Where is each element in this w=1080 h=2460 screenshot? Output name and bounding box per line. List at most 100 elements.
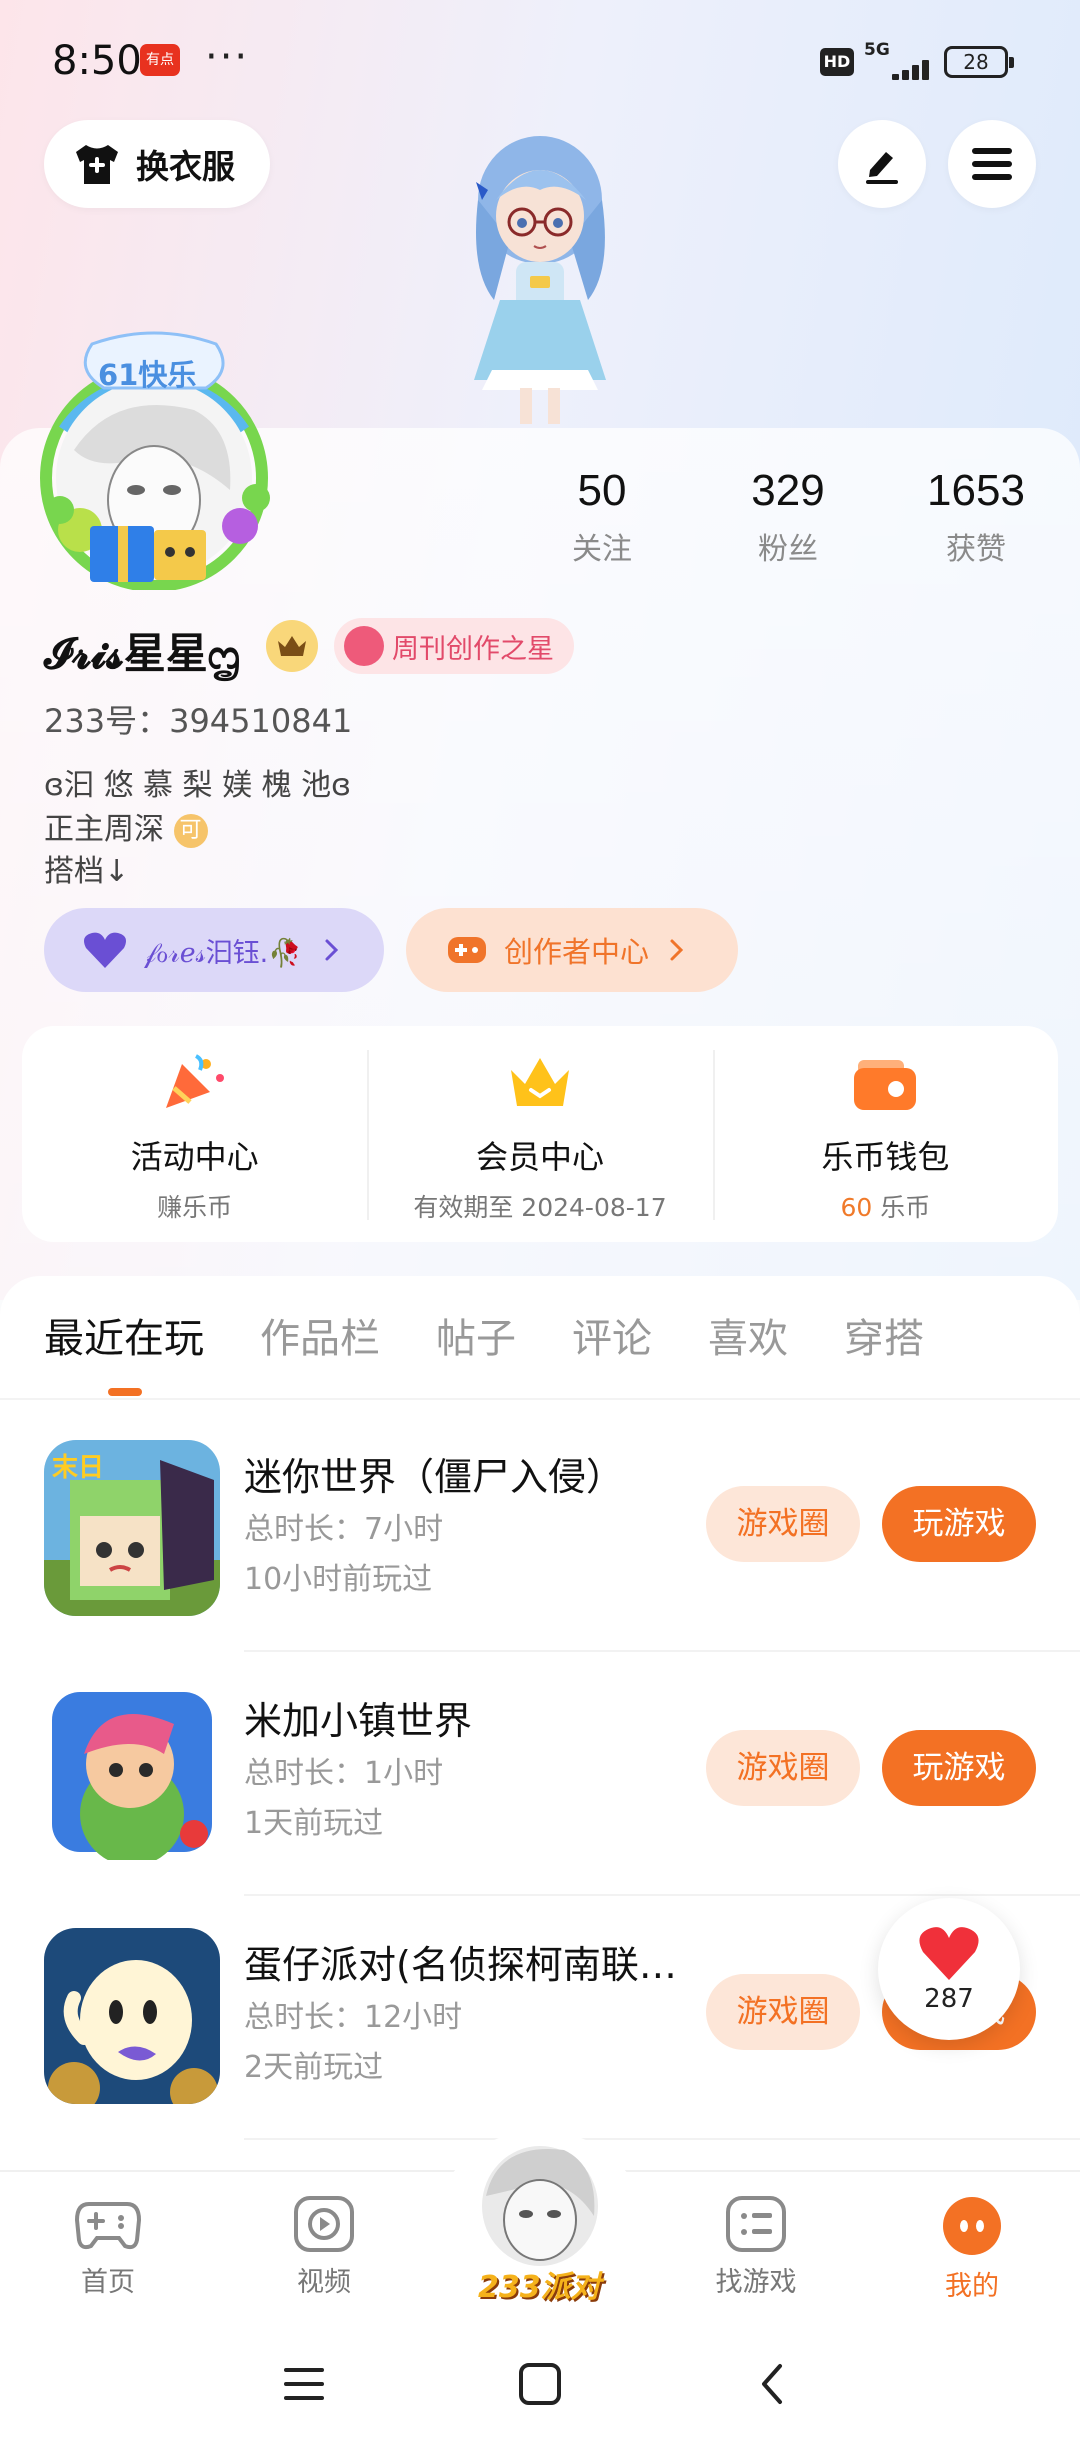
crown-icon	[510, 1058, 569, 1106]
creator-center-pill[interactable]: 创作者中心	[406, 908, 738, 992]
gamepad-icon	[75, 2202, 141, 2250]
tab-comments[interactable]: 评论	[572, 1306, 652, 1364]
menu-button[interactable]	[948, 120, 1036, 208]
pen-icon	[866, 152, 898, 184]
chevron-right-icon	[670, 939, 684, 961]
nav-find-games[interactable]: 找游戏	[686, 2196, 826, 2299]
menu-icon	[972, 148, 1012, 180]
notification-app-icon: 有点	[140, 44, 180, 76]
bio-emoji: 可	[173, 813, 208, 848]
star-badge-label: 周刊创作之星	[392, 633, 554, 665]
tab-likes[interactable]: 喜欢	[708, 1306, 788, 1364]
stat-following[interactable]: 50 关注	[532, 466, 672, 568]
change-outfit-button[interactable]: 换衣服	[44, 120, 270, 208]
coin-wallet-sub: 60 乐币	[840, 1188, 930, 1224]
recent-apps-icon[interactable]	[282, 2364, 326, 2404]
tshirt-icon	[76, 145, 118, 184]
tab-recent-played[interactable]: 最近在玩	[44, 1306, 204, 1364]
wallet-icon	[854, 1060, 917, 1110]
nav-find-games-label: 找游戏	[715, 2267, 797, 2298]
nav-video-label: 视频	[297, 2267, 351, 2298]
like-count: 287	[924, 1984, 974, 2014]
game-thumbnail-miga-town	[44, 1684, 220, 1860]
weekly-creator-star-badge[interactable]: 周刊创作之星	[334, 618, 574, 674]
edit-profile-button[interactable]	[838, 120, 926, 208]
row-divider	[244, 2138, 1080, 2140]
game-last-played: 10小时前玩过	[244, 1562, 433, 1597]
game-last-played: 1天前玩过	[244, 1806, 384, 1841]
tab-posts[interactable]: 帖子	[436, 1306, 516, 1364]
game-duration: 总时长：7小时	[244, 1512, 444, 1547]
party-logo-icon	[482, 2146, 598, 2266]
game-thumbnail-mini-world: 末日	[44, 1440, 220, 1616]
crown-badge-icon[interactable]	[266, 620, 318, 672]
user-id: 233号：394510841	[44, 702, 353, 740]
stat-likes[interactable]: 1653 获赞	[906, 466, 1046, 568]
svg-text:末日: 末日	[52, 1453, 104, 1483]
game-thumbnail-eggy-party	[44, 1928, 220, 2104]
stat-label: 关注	[572, 532, 632, 567]
activity-center-title: 活动中心	[130, 1138, 259, 1176]
list-icon	[726, 2196, 786, 2252]
creator-star-icon	[344, 626, 384, 666]
hd-icon: HD	[820, 48, 854, 76]
user-avatar[interactable]: 61快乐	[34, 330, 274, 592]
system-navigation-bar	[0, 2320, 1080, 2460]
game-name: 蛋仔派对(名侦探柯南联…	[244, 1943, 677, 1987]
home-icon[interactable]	[518, 2362, 562, 2406]
party-popper-icon	[165, 1054, 224, 1108]
nav-video[interactable]: 视频	[254, 2196, 394, 2299]
nav-home[interactable]: 首页	[38, 2196, 178, 2299]
game-circle-button[interactable]: 游戏圈	[706, 1974, 860, 2050]
nav-party-label: 233派对	[478, 2270, 601, 2305]
vip-center-title: 会员中心	[475, 1138, 604, 1176]
nav-home-label: 首页	[81, 2267, 135, 2298]
game-row[interactable]: 末日 迷你世界（僵尸入侵） 总时长：7小时 10小时前玩过 游戏圈 玩游戏	[0, 1400, 1080, 1642]
coin-wallet-item[interactable]: 乐币钱包 60 乐币	[712, 1026, 1058, 1242]
status-time: 8:50	[52, 38, 142, 84]
game-row[interactable]: 米加小镇世界 总时长：1小时 1天前玩过 游戏圈 玩游戏	[0, 1644, 1080, 1886]
bio-line-2-text: 正主周深	[44, 812, 164, 847]
nav-me[interactable]: 我的	[902, 2196, 1042, 2303]
more-notifications-icon: ···	[205, 34, 250, 80]
profile-tabs: 最近在玩 作品栏 帖子 评论 喜欢 穿搭	[44, 1306, 980, 1364]
heart-icon	[919, 1927, 979, 1980]
back-icon[interactable]	[756, 2362, 788, 2406]
stat-value: 50	[577, 466, 627, 515]
heart-icon	[84, 932, 126, 968]
gamepad-icon	[448, 937, 486, 963]
status-bar: 8:50 有点 ··· HD 5G 28	[0, 0, 1080, 120]
battery-icon: 28	[944, 46, 1014, 78]
stat-fans[interactable]: 329 粉丝	[718, 466, 858, 568]
play-game-button[interactable]: 玩游戏	[882, 1486, 1036, 1562]
game-circle-button[interactable]: 游戏圈	[706, 1486, 860, 1562]
game-circle-button[interactable]: 游戏圈	[706, 1730, 860, 1806]
tab-outfits[interactable]: 穿搭	[844, 1306, 924, 1364]
stat-label: 获赞	[946, 532, 1006, 567]
signal-icon	[866, 56, 930, 80]
bio-line-3: 搭档↓	[44, 854, 130, 889]
cp-pill-label: 𝒻ℴ𝓇ℯ𝓈汩钰.🥀	[144, 937, 302, 969]
vip-center-item[interactable]: 会员中心 有效期至 2024-08-17	[367, 1026, 712, 1242]
vip-center-sub: 有效期至 2024-08-17	[413, 1193, 667, 1222]
stat-value: 1653	[927, 466, 1025, 515]
game-duration: 总时长：12小时	[244, 2000, 463, 2035]
play-game-button[interactable]: 玩游戏	[882, 1730, 1036, 1806]
avatar-character-figure[interactable]	[430, 130, 650, 430]
game-name: 迷你世界（僵尸入侵）	[244, 1455, 625, 1499]
game-duration: 总时长：1小时	[244, 1756, 444, 1791]
nav-me-label: 我的	[945, 2271, 999, 2302]
change-outfit-label: 换衣服	[136, 147, 235, 186]
floating-like-button[interactable]: 287	[878, 1898, 1020, 2040]
cp-partner-pill[interactable]: 𝒻ℴ𝓇ℯ𝓈汩钰.🥀	[44, 908, 384, 992]
nav-233-party[interactable]: 233派对	[468, 2136, 612, 2305]
bio-line-2: 正主周深 可	[44, 804, 208, 848]
coin-wallet-title: 乐币钱包	[821, 1138, 950, 1176]
coin-unit: 乐币	[872, 1193, 931, 1222]
tab-works[interactable]: 作品栏	[260, 1306, 380, 1364]
stat-label: 粉丝	[758, 532, 818, 567]
bio-line-1: ɞ汩 悠 慕 梨 媄 槐 池ɞ	[44, 768, 352, 803]
activity-center-item[interactable]: 活动中心 赚乐币	[22, 1026, 367, 1242]
quick-actions-card: 活动中心 赚乐币 会员中心 有效期至 2024-08-17 乐币钱包 60 乐币	[22, 1026, 1058, 1242]
avatar-badge-text: 61快乐	[98, 358, 197, 392]
